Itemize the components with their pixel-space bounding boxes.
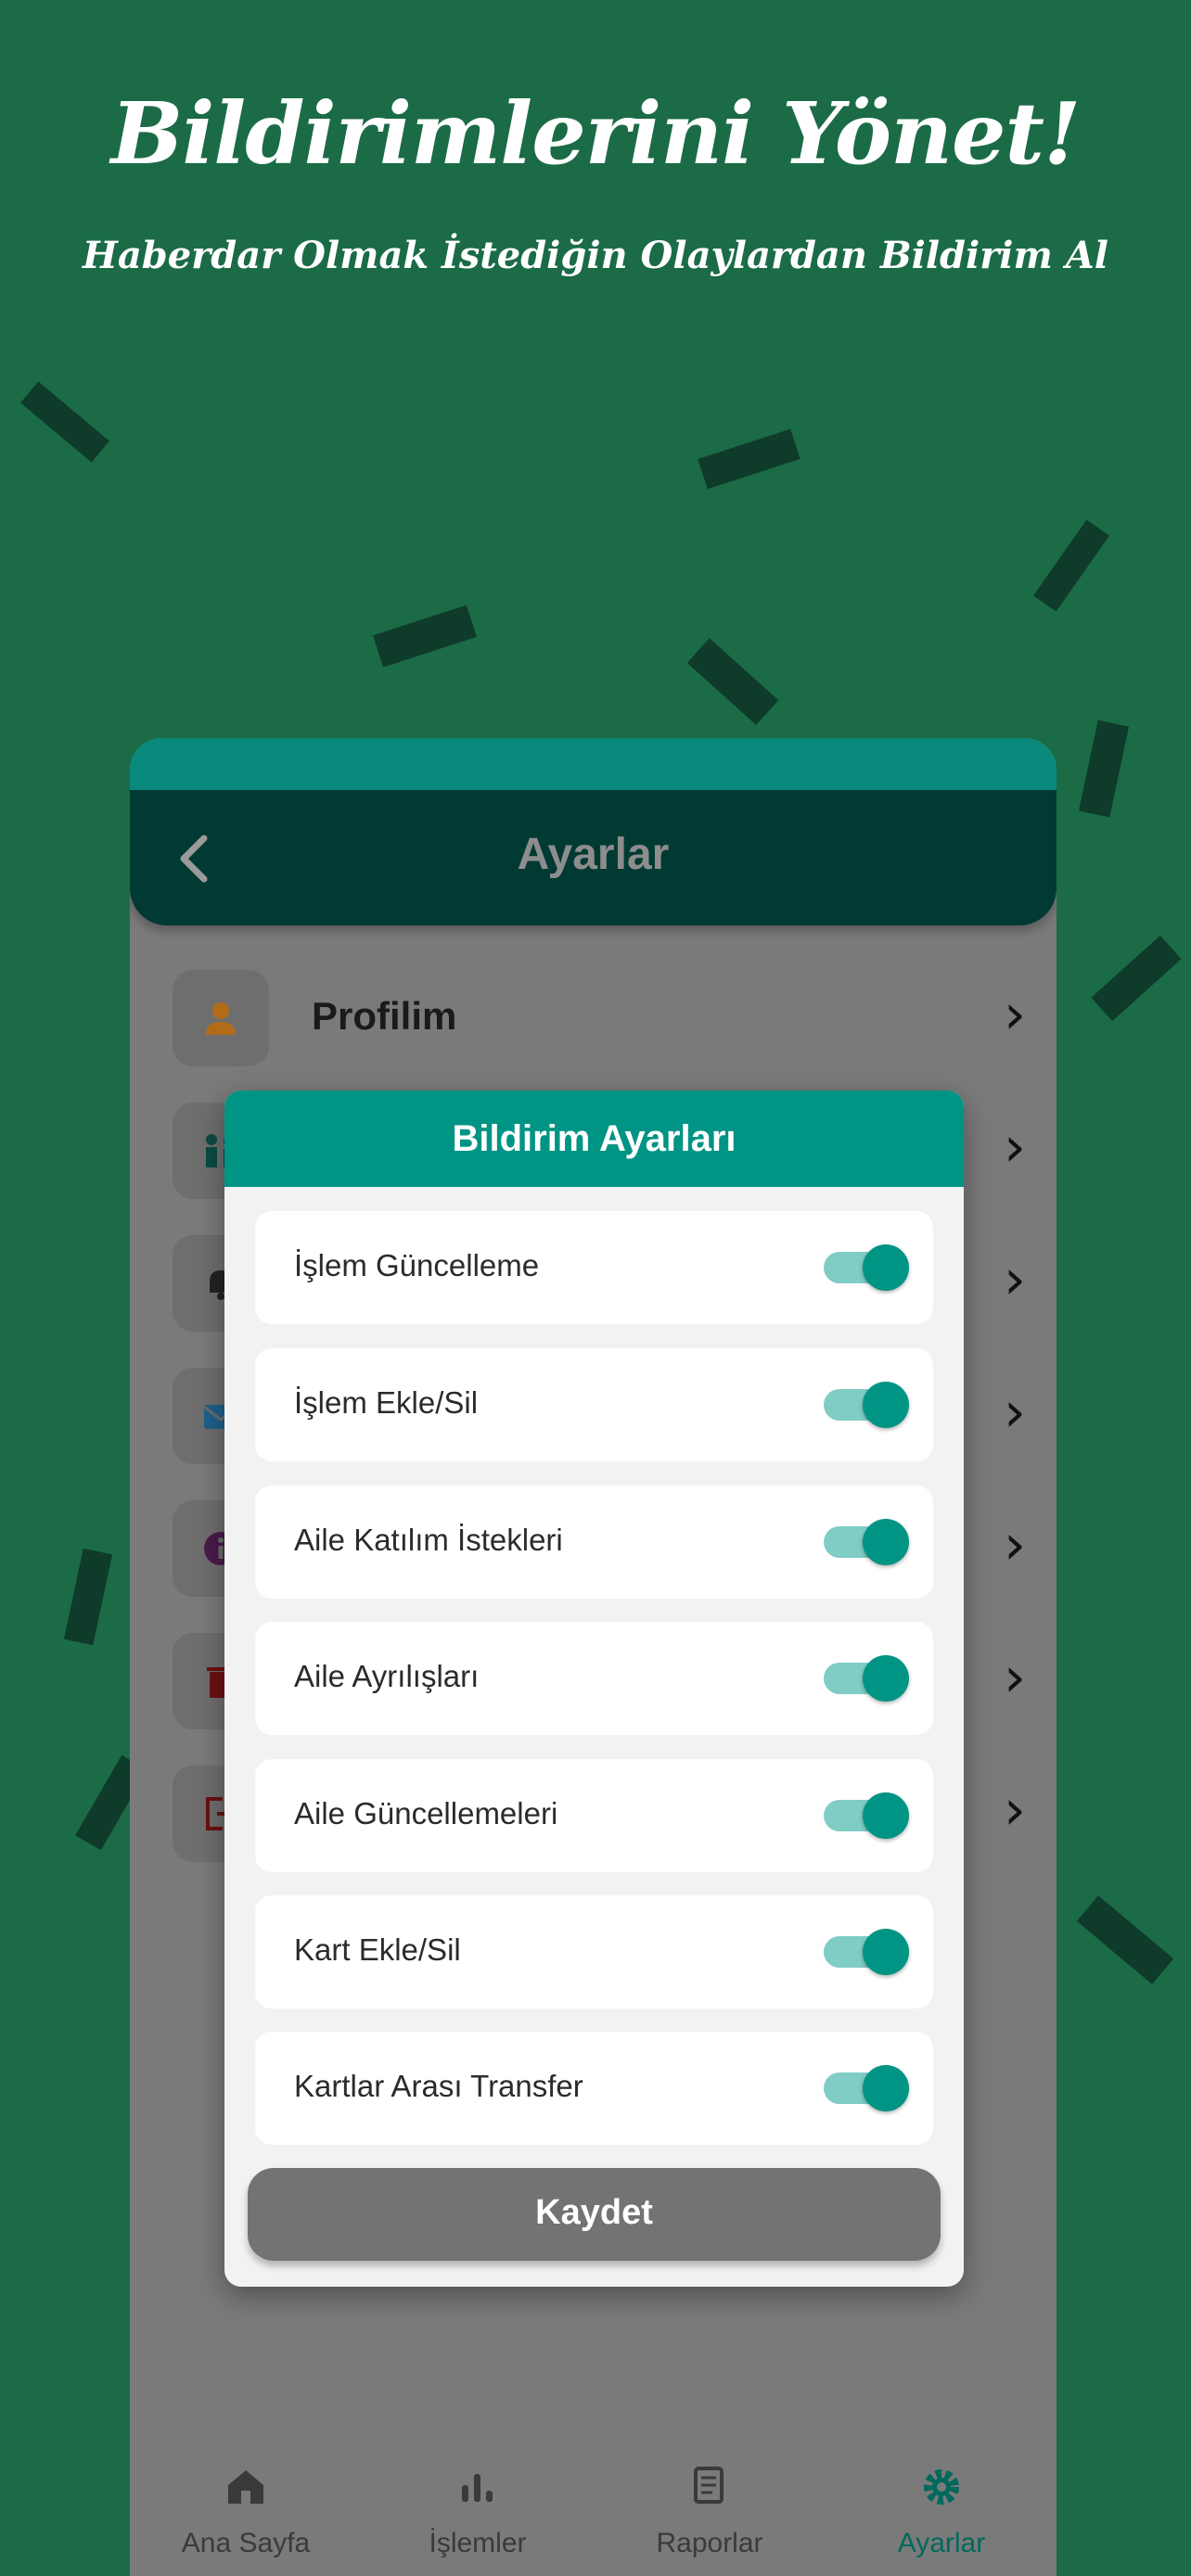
bar-chart-icon xyxy=(362,2463,594,2528)
page-title: Ayarlar xyxy=(517,830,670,879)
toggle-label: Kartlar Arası Transfer xyxy=(294,2069,583,2103)
confetti-piece xyxy=(63,1548,113,1646)
confetti-piece xyxy=(1078,720,1130,818)
confetti-piece xyxy=(1091,935,1182,1022)
toggle-row: Aile Katılım İstekleri xyxy=(255,1486,933,1599)
toggle-row: Aile Ayrılışları xyxy=(255,1622,933,1735)
toggle-switch[interactable] xyxy=(820,2060,909,2115)
toggle-label: Kart Ekle/Sil xyxy=(294,1932,461,1967)
settings-item-label: Profilim xyxy=(312,994,457,1038)
confetti-piece xyxy=(20,381,109,463)
confetti-piece xyxy=(1076,1895,1174,1984)
toggle-switch[interactable] xyxy=(820,1239,909,1294)
chevron-right-icon: › xyxy=(1004,1247,1026,1312)
toggle-switch[interactable] xyxy=(820,1787,909,1843)
gear-icon xyxy=(826,2463,1057,2528)
toggle-label: Aile Ayrılışları xyxy=(294,1659,480,1693)
toggle-row: Kart Ekle/Sil xyxy=(255,1895,933,2009)
toggle-switch[interactable] xyxy=(820,1650,909,1705)
chevron-right-icon: › xyxy=(1004,1645,1026,1710)
toggle-label: İşlem Ekle/Sil xyxy=(294,1385,479,1420)
subheadline: Haberdar Olmak İstediğin Olaylardan Bild… xyxy=(83,234,1108,277)
toggle-label: İşlem Güncelleme xyxy=(294,1248,540,1282)
headline: Bildirimlerini Yönet! xyxy=(110,83,1082,184)
toggle-row: Aile Güncellemeleri xyxy=(255,1759,933,1872)
nav-item-settings[interactable]: Ayarlar xyxy=(826,2463,1057,2559)
nav-item-reports[interactable]: Raporlar xyxy=(594,2463,826,2559)
settings-item-profile[interactable]: Profilim › xyxy=(173,970,1026,1066)
chevron-right-icon: › xyxy=(1004,1512,1026,1577)
toggle-switch[interactable] xyxy=(820,1923,909,1979)
nav-label: Raporlar xyxy=(656,2528,763,2558)
confetti-piece xyxy=(373,605,477,668)
confetti-piece xyxy=(1033,519,1109,612)
chevron-right-icon: › xyxy=(1004,1380,1026,1445)
save-button[interactable]: Kaydet xyxy=(248,2168,941,2261)
dialog-title: Bildirim Ayarları xyxy=(224,1090,964,1187)
bottom-navigation: Ana Sayfa İşlemler Raporlar Ayarlar xyxy=(130,2463,1057,2576)
chevron-right-icon: › xyxy=(1004,982,1026,1047)
confetti-piece xyxy=(698,428,800,490)
receipt-icon xyxy=(594,2463,826,2528)
nav-label: İşlemler xyxy=(429,2528,527,2558)
chevron-right-icon: › xyxy=(1004,1778,1026,1843)
toggle-label: Aile Katılım İstekleri xyxy=(294,1523,563,1557)
chevron-right-icon: › xyxy=(1004,1115,1026,1180)
toggle-row: İşlem Ekle/Sil xyxy=(255,1348,933,1461)
notification-settings-dialog: Bildirim Ayarları İşlem Güncelleme İşlem… xyxy=(224,1090,964,2287)
toggle-row: Kartlar Arası Transfer xyxy=(255,2032,933,2145)
toggle-switch[interactable] xyxy=(820,1513,909,1569)
status-strip xyxy=(130,738,1057,794)
nav-label: Ayarlar xyxy=(897,2528,986,2558)
toggle-label: Aile Güncellemeleri xyxy=(294,1796,558,1830)
confetti-piece xyxy=(686,638,779,725)
toggle-switch[interactable] xyxy=(820,1376,909,1432)
nav-item-transactions[interactable]: İşlemler xyxy=(362,2463,594,2559)
toggle-row: İşlem Güncelleme xyxy=(255,1211,933,1324)
home-icon xyxy=(130,2463,362,2528)
nav-item-home[interactable]: Ana Sayfa xyxy=(130,2463,362,2559)
app-header: Ayarlar xyxy=(130,790,1057,925)
person-icon xyxy=(173,970,269,1066)
nav-label: Ana Sayfa xyxy=(181,2528,311,2558)
